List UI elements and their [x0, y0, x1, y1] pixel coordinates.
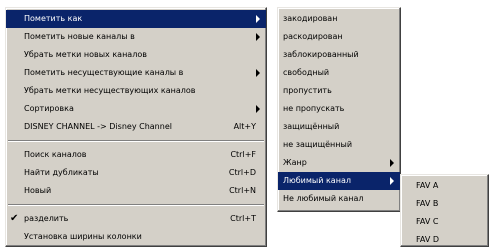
menu-separator — [8, 140, 264, 142]
context-menu: Пометить как Пометить новые каналы в Убр… — [5, 7, 267, 247]
submenu-item-unprotected[interactable]: не защищённый — [278, 136, 400, 154]
menu-item-find-duplicates[interactable]: Найти дубликаты Ctrl+D — [6, 164, 266, 182]
menu-item-label: Пометить несуществующие каналы в — [24, 68, 184, 77]
menu-item-label: Убрать метки несуществующих каналов — [24, 86, 196, 95]
menu-item-label: FAV B — [416, 199, 439, 208]
submenu-item-no-skip[interactable]: не пропускать — [278, 100, 400, 118]
menu-item-mark-new-channels[interactable]: Пометить новые каналы в — [6, 28, 266, 46]
submenu-item-genre[interactable]: Жанр — [278, 154, 400, 172]
menu-item-new[interactable]: Новый Ctrl+N — [6, 182, 266, 200]
submenu-arrow-icon — [256, 15, 260, 23]
mark-as-submenu: закодирован раскодирован заблокированный… — [277, 7, 401, 212]
menu-item-label: свободный — [283, 68, 330, 77]
menu-item-label: Поиск каналов — [24, 150, 87, 159]
menu-item-split[interactable]: ✔ разделить Ctrl+T — [6, 210, 266, 228]
submenu-item-free[interactable]: свободный — [278, 64, 400, 82]
menu-item-label: пропустить — [283, 86, 332, 95]
menu-item-search-channels[interactable]: Поиск каналов Ctrl+F — [6, 146, 266, 164]
menu-item-label: DISNEY CHANNEL -> Disney Channel — [24, 122, 172, 131]
menu-item-label: Убрать метки новых каналов — [24, 50, 147, 59]
menu-item-mark-missing-channels[interactable]: Пометить несуществующие каналы в — [6, 64, 266, 82]
menu-item-label: защищённый — [283, 122, 340, 131]
menu-item-label: Жанр — [283, 158, 307, 167]
submenu-item-protected[interactable]: защищённый — [278, 118, 400, 136]
menu-item-label: Сортировка — [24, 104, 74, 113]
menu-item-label: FAV C — [416, 217, 439, 226]
submenu-arrow-icon — [256, 69, 260, 77]
menu-item-column-width[interactable]: Установка ширины колонки — [6, 228, 266, 246]
submenu-item-locked[interactable]: заблокированный — [278, 46, 400, 64]
menu-item-shortcut: Ctrl+T — [230, 214, 256, 223]
submenu-item-decoded[interactable]: раскодирован — [278, 28, 400, 46]
menu-item-label: не защищённый — [283, 140, 353, 149]
menu-item-label: раскодирован — [283, 32, 343, 41]
submenu-arrow-icon — [390, 159, 394, 167]
menu-item-label: Новый — [24, 186, 52, 195]
submenu-arrow-icon — [256, 105, 260, 113]
submenu-arrow-icon — [390, 177, 394, 185]
menu-item-label: разделить — [24, 214, 69, 223]
menu-item-rename-disney[interactable]: DISNEY CHANNEL -> Disney Channel Alt+Y — [6, 118, 266, 136]
menu-item-shortcut: Alt+Y — [233, 122, 256, 131]
menu-item-label: Найти дубликаты — [24, 168, 99, 177]
submenu-item-fav-d[interactable]: FAV D — [401, 231, 488, 249]
submenu-item-fav-b[interactable]: FAV B — [401, 195, 488, 213]
favorite-submenu: FAV A FAV B FAV C FAV D — [400, 174, 489, 247]
menu-item-label: Любимый канал — [283, 176, 351, 185]
submenu-item-favorite-channel[interactable]: Любимый канал — [278, 172, 400, 190]
menu-item-shortcut: Ctrl+N — [229, 186, 256, 195]
submenu-arrow-icon — [256, 33, 260, 41]
menu-item-label: не пропускать — [283, 104, 345, 113]
menu-item-label: заблокированный — [283, 50, 359, 59]
menu-item-mark-as[interactable]: Пометить как — [6, 10, 266, 28]
menu-item-label: FAV A — [416, 181, 439, 190]
menu-item-shortcut: Ctrl+F — [230, 150, 256, 159]
menu-item-shortcut: Ctrl+D — [228, 168, 256, 177]
submenu-item-fav-c[interactable]: FAV C — [401, 213, 488, 231]
menu-separator — [8, 204, 264, 206]
checkmark-icon: ✔ — [10, 213, 19, 224]
menu-item-label: Пометить новые каналы в — [24, 32, 135, 41]
menu-item-label: FAV D — [416, 235, 440, 244]
submenu-item-fav-a[interactable]: FAV A — [401, 177, 488, 195]
submenu-item-skip[interactable]: пропустить — [278, 82, 400, 100]
menu-item-sort[interactable]: Сортировка — [6, 100, 266, 118]
menu-item-label: Пометить как — [24, 14, 83, 23]
menu-item-unmark-new-channels[interactable]: Убрать метки новых каналов — [6, 46, 266, 64]
menu-item-label: Установка ширины колонки — [24, 232, 142, 241]
menu-item-unmark-missing-channels[interactable]: Убрать метки несуществующих каналов — [6, 82, 266, 100]
submenu-item-not-favorite[interactable]: Не любимый канал — [278, 190, 400, 208]
menu-item-label: закодирован — [283, 14, 338, 23]
submenu-item-encoded[interactable]: закодирован — [278, 10, 400, 28]
menu-item-label: Не любимый канал — [283, 194, 364, 203]
